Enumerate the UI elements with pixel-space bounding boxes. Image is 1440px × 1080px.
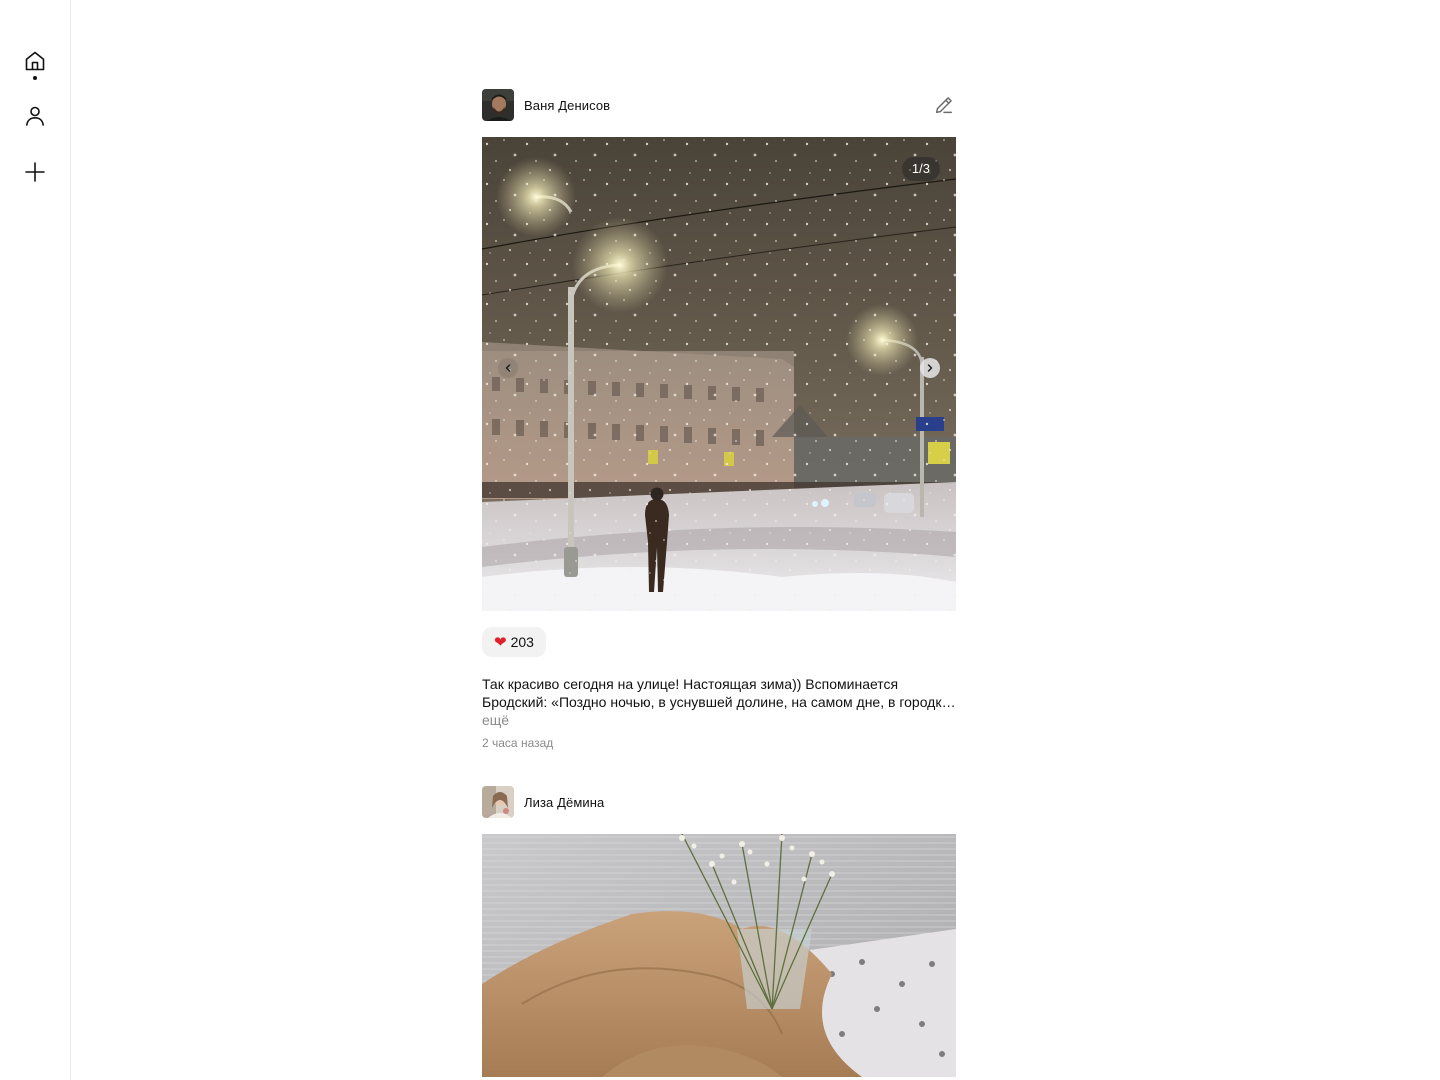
feed: Ваня Денисов 1/3 ❤ 203 Так красиво сегод… [482,89,956,1077]
nav-create-post-button[interactable] [15,152,55,192]
active-indicator [33,76,37,80]
chevron-left-icon [505,364,511,372]
photo-counter: 1/3 [901,157,940,181]
post-header: Ваня Денисов [482,89,956,121]
post-caption: Так красиво сегодня на улице! Настоящая … [482,675,956,729]
nav-home-button[interactable] [15,41,55,81]
chevron-right-icon [927,364,933,372]
show-more-link[interactable]: ещё [482,711,509,729]
post-timestamp: 2 часа назад [482,736,554,750]
avatar[interactable] [482,89,514,121]
post-author[interactable]: Ваня Денисов [524,98,610,113]
pencil-icon [935,97,953,114]
like-count: 203 [510,634,534,650]
avatar[interactable] [482,786,514,818]
nav-profile-button[interactable] [15,96,55,136]
home-icon [25,51,45,71]
post-header: Лиза Дёмина [482,786,956,818]
winter-street-photo [482,137,956,611]
heart-icon: ❤ [494,633,507,651]
sidebar [0,0,71,1080]
user-icon [26,106,44,126]
post-author[interactable]: Лиза Дёмина [524,795,604,810]
post-photo[interactable]: 1/3 [482,137,956,611]
caption-text: Так красиво сегодня на улице! Настоящая … [482,676,954,710]
post-photo[interactable] [482,834,956,1077]
prev-photo-button[interactable] [498,358,518,378]
plus-icon [25,162,45,182]
edit-post-button[interactable] [932,93,956,117]
like-button[interactable]: ❤ 203 [482,627,546,657]
post: Ваня Денисов 1/3 ❤ 203 Так красиво сегод… [482,89,956,750]
next-photo-button[interactable] [920,358,940,378]
post: Лиза Дёмина [482,786,956,1077]
flowers-table-photo [482,834,956,1077]
